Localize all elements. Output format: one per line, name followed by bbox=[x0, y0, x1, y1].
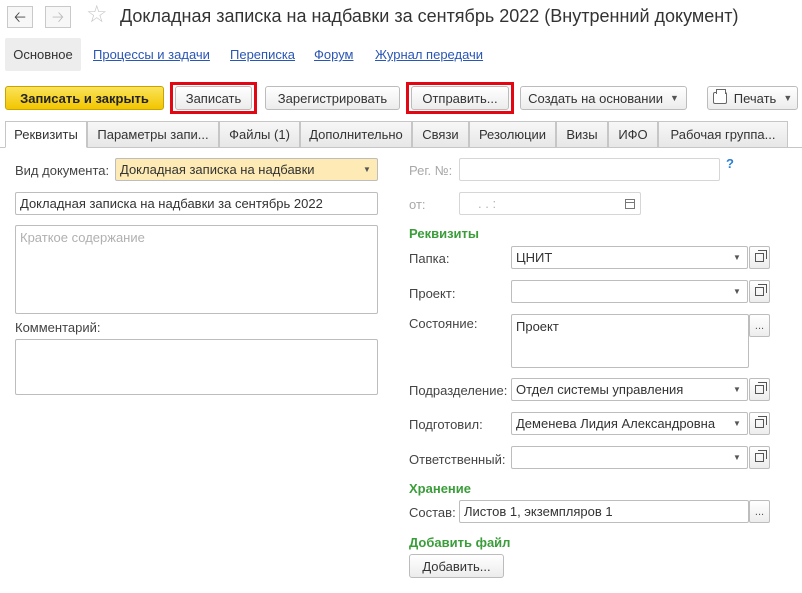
summary-placeholder: Краткое содержание bbox=[20, 230, 145, 245]
nav-tab-transfer-log[interactable]: Журнал передачи bbox=[375, 47, 483, 62]
create-based-on-button[interactable]: Создать на основании ▼ bbox=[520, 86, 687, 110]
chevron-down-icon[interactable]: ▼ bbox=[357, 159, 377, 180]
forward-button[interactable]: 🡢 bbox=[45, 6, 71, 28]
open-icon bbox=[755, 250, 767, 262]
division-value: Отдел системы управления bbox=[516, 382, 684, 397]
section-storage: Хранение bbox=[409, 481, 471, 496]
reg-number-field[interactable] bbox=[459, 158, 720, 181]
composition-label: Состав: bbox=[409, 505, 456, 520]
project-field[interactable]: ▼ bbox=[511, 280, 748, 303]
nav-tab-forum[interactable]: Форум bbox=[314, 47, 354, 62]
division-field[interactable]: Отдел системы управления ▼ bbox=[511, 378, 748, 401]
state-field[interactable]: Проект bbox=[511, 314, 749, 368]
printer-icon bbox=[712, 89, 727, 104]
division-label: Подразделение: bbox=[409, 383, 508, 398]
chevron-down-icon[interactable]: ▼ bbox=[727, 281, 747, 302]
chevron-down-icon[interactable]: ▼ bbox=[727, 413, 747, 434]
folder-value: ЦНИТ bbox=[516, 250, 553, 265]
star-icon[interactable]: ☆ bbox=[86, 3, 108, 27]
tab-additional[interactable]: Дополнительно bbox=[300, 121, 412, 148]
folder-open-button[interactable] bbox=[749, 246, 770, 269]
section-add-file: Добавить файл bbox=[409, 535, 511, 550]
state-value: Проект bbox=[516, 319, 559, 334]
responsible-open-button[interactable] bbox=[749, 446, 770, 469]
nav-tab-main[interactable]: Основное bbox=[5, 38, 81, 71]
register-button[interactable]: Зарегистрировать bbox=[265, 86, 400, 110]
tab-record-params[interactable]: Параметры запи... bbox=[87, 121, 219, 148]
date-field[interactable]: . . : bbox=[459, 192, 641, 215]
responsible-field[interactable]: ▼ bbox=[511, 446, 748, 469]
open-icon bbox=[755, 382, 767, 394]
chevron-down-icon: ▼ bbox=[669, 93, 679, 103]
tab-links[interactable]: Связи bbox=[412, 121, 469, 148]
tab-resolutions[interactable]: Резолюции bbox=[469, 121, 556, 148]
document-title-field[interactable]: Докладная записка на надбавки за сентябр… bbox=[15, 192, 378, 215]
state-label: Состояние: bbox=[409, 316, 478, 331]
save-and-close-button[interactable]: Записать и закрыть bbox=[5, 86, 164, 110]
composition-field[interactable]: Листов 1, экземпляров 1 bbox=[459, 500, 749, 523]
tab-work-group[interactable]: Рабочая группа... bbox=[658, 121, 788, 148]
back-button[interactable]: 🡠 bbox=[7, 6, 33, 28]
section-requisites: Реквизиты bbox=[409, 226, 479, 241]
nav-tab-correspondence[interactable]: Переписка bbox=[230, 47, 295, 62]
tab-visas[interactable]: Визы bbox=[556, 121, 608, 148]
save-button[interactable]: Записать bbox=[175, 86, 252, 110]
chevron-down-icon[interactable]: ▼ bbox=[727, 247, 747, 268]
prepared-by-label: Подготовил: bbox=[409, 417, 483, 432]
nav-tab-processes[interactable]: Процессы и задачи bbox=[93, 47, 210, 62]
send-button[interactable]: Отправить... bbox=[411, 86, 509, 110]
responsible-label: Ответственный: bbox=[409, 452, 506, 467]
arrow-right-icon: 🡢 bbox=[51, 8, 65, 26]
state-select-button[interactable]: ... bbox=[749, 314, 770, 337]
doc-type-value: Докладная записка на надбавки bbox=[120, 162, 315, 177]
folder-field[interactable]: ЦНИТ ▼ bbox=[511, 246, 748, 269]
prepared-by-value: Деменева Лидия Александровна bbox=[516, 416, 716, 431]
prepared-by-field[interactable]: Деменева Лидия Александровна ▼ bbox=[511, 412, 748, 435]
chevron-down-icon[interactable]: ▼ bbox=[727, 379, 747, 400]
folder-label: Папка: bbox=[409, 251, 450, 266]
division-open-button[interactable] bbox=[749, 378, 770, 401]
prepared-by-open-button[interactable] bbox=[749, 412, 770, 435]
summary-field[interactable]: Краткое содержание bbox=[15, 225, 378, 314]
window-title: Докладная записка на надбавки за сентябр… bbox=[120, 6, 739, 26]
open-icon bbox=[755, 416, 767, 428]
add-file-button[interactable]: Добавить... bbox=[409, 554, 504, 578]
composition-select-button[interactable]: ... bbox=[749, 500, 770, 523]
open-icon bbox=[755, 284, 767, 296]
tab-requisites[interactable]: Реквизиты bbox=[5, 121, 87, 148]
doc-type-field[interactable]: Докладная записка на надбавки ▼ bbox=[115, 158, 378, 181]
print-button[interactable]: Печать ▼ bbox=[707, 86, 798, 110]
reg-number-label: Рег. №: bbox=[409, 163, 453, 178]
comment-field[interactable] bbox=[15, 339, 378, 395]
open-icon bbox=[755, 450, 767, 462]
help-icon[interactable]: ? bbox=[726, 156, 734, 171]
date-value: . . : bbox=[478, 196, 497, 211]
chevron-down-icon: ▼ bbox=[783, 93, 793, 103]
chevron-down-icon[interactable]: ▼ bbox=[727, 447, 747, 468]
print-label: Печать bbox=[733, 90, 777, 106]
create-based-on-label: Создать на основании bbox=[528, 90, 663, 106]
calendar-icon[interactable] bbox=[620, 193, 640, 214]
date-label: от: bbox=[409, 197, 426, 212]
project-open-button[interactable] bbox=[749, 280, 770, 303]
project-label: Проект: bbox=[409, 286, 456, 301]
tab-ifo[interactable]: ИФО bbox=[608, 121, 658, 148]
doc-type-label: Вид документа: bbox=[15, 163, 110, 178]
arrow-left-icon: 🡠 bbox=[13, 8, 27, 26]
comment-label: Комментарий: bbox=[15, 320, 101, 335]
tab-files[interactable]: Файлы (1) bbox=[219, 121, 300, 148]
